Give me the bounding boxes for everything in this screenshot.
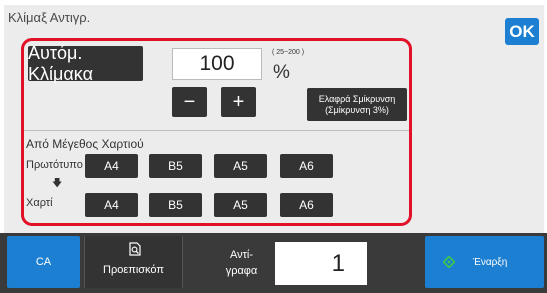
paper-size-a5-button[interactable]: A5: [214, 193, 267, 217]
clear-all-button[interactable]: CA: [7, 236, 80, 288]
slight-reduce-button[interactable]: Ελαφρά Σμίκρυνση (Σμίκρυνση 3%): [307, 88, 407, 121]
paper-size-section-label: Από Μέγεθος Χαρτιού: [26, 137, 144, 151]
page-title: Κλίμαξ Αντιγρ.: [8, 10, 91, 25]
start-diamond-icon: [443, 256, 455, 268]
arrow-down-icon: 🡇: [52, 178, 63, 189]
original-size-label: Πρωτότυπο: [26, 159, 83, 171]
percent-unit: %: [273, 62, 290, 83]
paper-size-a6-button[interactable]: A6: [280, 193, 333, 217]
original-size-a6-button[interactable]: A6: [280, 154, 333, 178]
zoom-range-label: ( 25~200 ): [272, 49, 305, 56]
start-label: Έναρξη: [473, 257, 508, 268]
paper-size-a4-button[interactable]: A4: [85, 193, 138, 217]
start-button[interactable]: Έναρξη: [425, 236, 544, 288]
zoom-value-field[interactable]: 100: [172, 48, 262, 80]
paper-size-b5-button[interactable]: B5: [149, 193, 202, 217]
copies-label: Αντί- γραφα: [208, 242, 275, 284]
slight-reduce-detail: (Σμίκρυνση 3%): [325, 104, 389, 115]
section-divider: [24, 130, 409, 131]
copies-label-line1: Αντί-: [229, 249, 254, 261]
original-size-a4-button[interactable]: A4: [85, 154, 138, 178]
original-size-b5-button[interactable]: B5: [149, 154, 202, 178]
zoom-increase-button[interactable]: +: [221, 87, 256, 117]
ok-button[interactable]: OK: [505, 18, 539, 45]
preview-label: Προεπισκόπ: [103, 264, 164, 276]
zoom-decrease-button[interactable]: −: [172, 87, 207, 117]
auto-scale-button[interactable]: Αυτόμ. Κλίμακα: [28, 43, 143, 84]
paper-size-label: Χαρτί: [26, 197, 53, 209]
copies-label-line2: γραφα: [225, 265, 258, 277]
preview-button[interactable]: Προεπισκόπ: [84, 236, 183, 288]
preview-icon: [129, 242, 141, 256]
copies-field[interactable]: 1: [275, 242, 367, 285]
original-size-a5-button[interactable]: A5: [214, 154, 267, 178]
slight-reduce-label: Ελαφρά Σμίκρυνση: [318, 93, 396, 104]
